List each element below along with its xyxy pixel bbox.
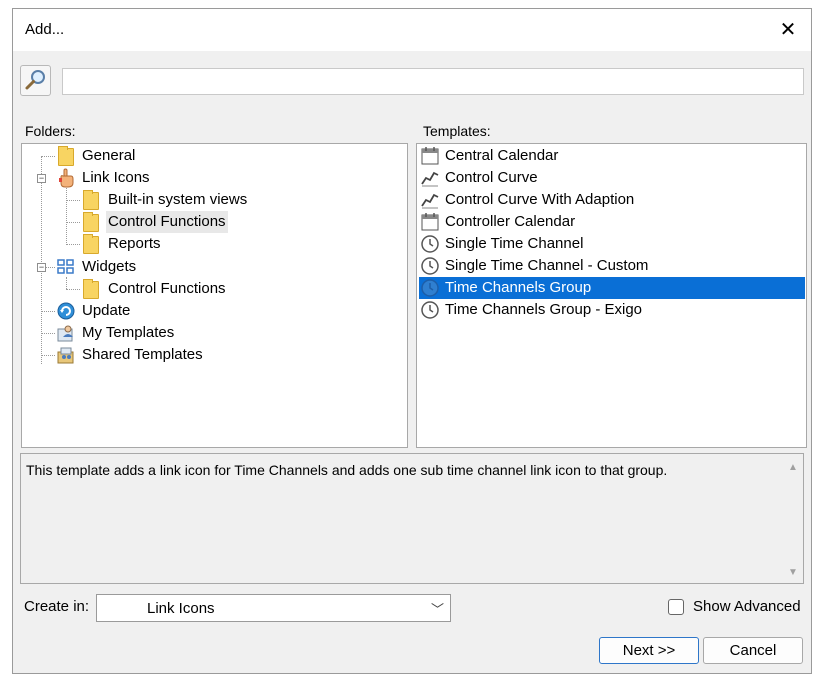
scroll-up-arrow-icon[interactable]: ▲ — [787, 462, 799, 473]
templates-label: Templates: — [423, 123, 491, 139]
description-box: This template adds a link icon for Time … — [20, 453, 804, 584]
curve-icon — [421, 193, 439, 209]
folder-item-shared-templates[interactable]: Shared Templates — [22, 344, 402, 366]
magnifier-icon — [25, 70, 45, 90]
folder-item-widgets-control-functions[interactable]: Control Functions — [22, 278, 402, 300]
clock-icon — [421, 235, 439, 253]
clock-icon — [421, 257, 439, 275]
calendar-icon — [421, 213, 439, 231]
link-hand-icon — [59, 168, 74, 188]
folder-icon — [58, 146, 74, 166]
show-advanced-checkbox[interactable] — [668, 599, 684, 615]
folder-item-update[interactable]: Update — [22, 300, 402, 322]
folder-label: Control Functions — [108, 280, 226, 297]
template-item-time-channels-group-exigo[interactable]: Time Channels Group - Exigo — [419, 299, 805, 321]
collapse-icon[interactable]: − — [37, 263, 46, 272]
create-in-select[interactable]: Link Icons ﹀ — [96, 594, 451, 622]
curve-icon — [421, 171, 439, 187]
folder-item-my-templates[interactable]: My Templates — [22, 322, 402, 344]
add-dialog: Add... ✕ Folders: Templates: General − L… — [12, 8, 812, 674]
close-icon[interactable]: ✕ — [775, 17, 801, 43]
clock-icon — [421, 301, 439, 319]
template-item-central-calendar[interactable]: Central Calendar — [419, 145, 805, 167]
create-in-value: Link Icons — [147, 600, 215, 617]
template-item-single-time-channel[interactable]: Single Time Channel — [419, 233, 805, 255]
template-label: Control Curve — [445, 169, 538, 186]
chevron-down-icon: ﹀ — [430, 602, 444, 617]
folder-label: My Templates — [82, 324, 175, 341]
templates-list[interactable]: Central Calendar Control Curve Control C… — [416, 143, 807, 448]
folder-label: Update — [82, 302, 131, 319]
template-item-control-curve[interactable]: Control Curve — [419, 167, 805, 189]
folder-label: Reports — [108, 235, 161, 252]
folder-icon — [83, 279, 99, 299]
template-label: Time Channels Group - Exigo — [445, 301, 643, 318]
template-label: Single Time Channel - Custom — [445, 257, 649, 274]
folder-item-control-functions[interactable]: Control Functions — [22, 211, 402, 233]
template-label: Controller Calendar — [445, 213, 576, 230]
collapse-icon[interactable]: − — [37, 174, 46, 183]
shared-templates-icon — [57, 347, 74, 364]
show-advanced-label: Show Advanced — [693, 598, 801, 615]
description-text: This template adds a link icon for Time … — [26, 462, 668, 478]
user-templates-icon — [57, 325, 73, 342]
scroll-down-arrow-icon[interactable]: ▼ — [787, 567, 799, 578]
folder-item-reports[interactable]: Reports — [22, 233, 402, 255]
create-in-label: Create in: — [24, 598, 90, 615]
folders-tree[interactable]: General − Link Icons Built-in system vie… — [21, 143, 408, 448]
folder-label: Link Icons — [82, 169, 150, 186]
search-input[interactable] — [62, 68, 804, 95]
folder-icon — [83, 190, 99, 210]
widgets-grid-icon — [57, 259, 74, 274]
folder-label: General — [82, 147, 136, 164]
template-item-time-channels-group[interactable]: Time Channels Group — [419, 277, 805, 299]
template-item-single-time-channel-custom[interactable]: Single Time Channel - Custom — [419, 255, 805, 277]
cancel-button[interactable]: Cancel — [703, 637, 803, 664]
folder-label: Shared Templates — [82, 346, 203, 363]
folders-label: Folders: — [25, 123, 76, 139]
template-label: Central Calendar — [445, 147, 559, 164]
template-label: Time Channels Group — [445, 279, 592, 296]
folder-item-widgets[interactable]: − Widgets — [22, 256, 402, 278]
folder-item-link-icons[interactable]: − Link Icons — [22, 167, 402, 189]
folder-item-built-in-system-views[interactable]: Built-in system views — [22, 189, 402, 211]
template-item-controller-calendar[interactable]: Controller Calendar — [419, 211, 805, 233]
folder-item-general[interactable]: General — [22, 145, 402, 167]
template-label: Control Curve With Adaption — [445, 191, 635, 208]
next-button[interactable]: Next >> — [599, 637, 699, 664]
folder-label: Widgets — [82, 258, 137, 275]
calendar-icon — [421, 147, 439, 165]
folder-label: Built-in system views — [108, 191, 248, 208]
template-item-control-curve-with-adaption[interactable]: Control Curve With Adaption — [419, 189, 805, 211]
folder-label: Control Functions — [106, 211, 228, 233]
clock-icon — [421, 279, 439, 297]
template-label: Single Time Channel — [445, 235, 584, 252]
update-icon — [57, 302, 75, 320]
folder-icon — [83, 212, 99, 232]
search-button[interactable] — [20, 65, 51, 96]
dialog-title: Add... — [25, 21, 65, 38]
folder-icon — [83, 234, 99, 254]
title-bar: Add... ✕ — [13, 9, 811, 51]
